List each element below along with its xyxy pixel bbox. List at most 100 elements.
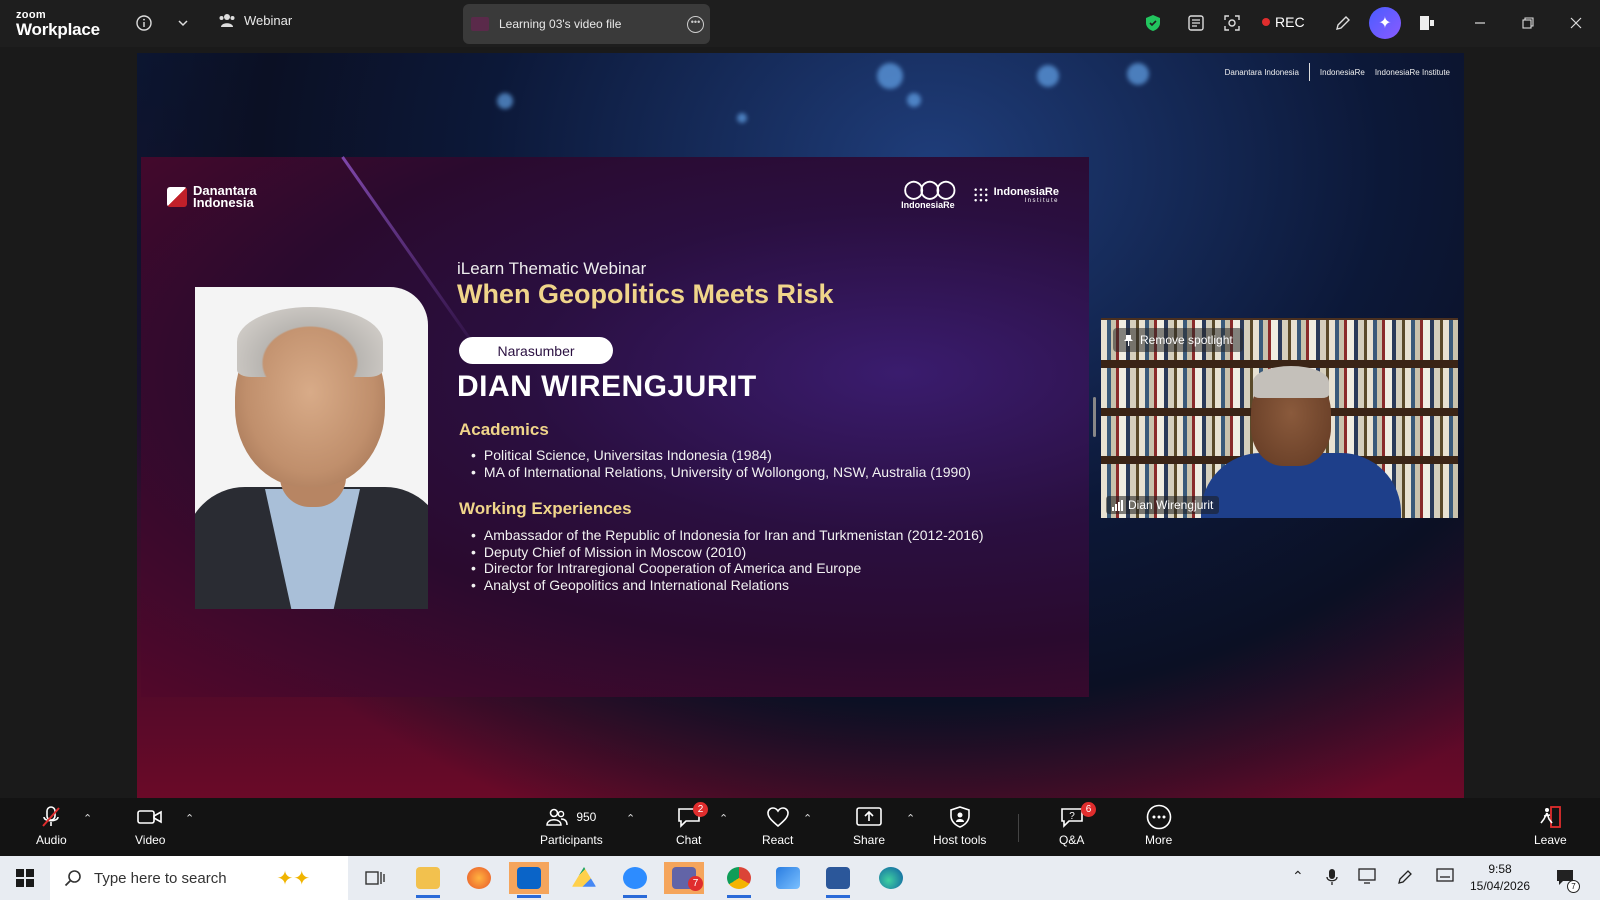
- focus-icon[interactable]: [1221, 12, 1243, 34]
- react-button[interactable]: React: [762, 804, 793, 847]
- title-bar: zoom Workplace Webinar Learning 03's vid…: [0, 0, 1600, 47]
- participants-button[interactable]: 950 Participants: [540, 804, 603, 847]
- search-icon: [64, 870, 81, 887]
- outlook-icon[interactable]: [509, 862, 549, 898]
- more-options-icon[interactable]: •••: [687, 16, 704, 33]
- app-brand-large: Workplace: [16, 20, 100, 39]
- svg-text:?: ?: [1069, 811, 1075, 822]
- bokeh-light: [1127, 63, 1149, 85]
- taskbar-search-box[interactable]: Type here to search ✦✦: [50, 856, 348, 900]
- indonesiare-institute-logo: IndonesiaRe Institute: [972, 185, 1059, 204]
- participant-hair: [1253, 366, 1329, 398]
- indonesiare-logo: ◯◯◯ IndonesiaRe: [901, 179, 956, 210]
- toolbar-divider: [1018, 814, 1019, 842]
- rings-icon: ◯◯◯: [903, 179, 956, 199]
- close-icon[interactable]: [1565, 12, 1587, 34]
- teams-badge: 7: [688, 876, 703, 891]
- pen-icon[interactable]: [1396, 868, 1414, 889]
- audio-button[interactable]: Audio: [36, 804, 67, 847]
- list-item: Ambassador of the Republic of Indonesia …: [471, 527, 984, 544]
- windows-start-icon[interactable]: [16, 869, 34, 887]
- restore-icon[interactable]: [1517, 12, 1539, 34]
- top-logo-indonesiare-institute: IndonesiaRe Institute: [1374, 67, 1450, 77]
- more-button[interactable]: More: [1145, 804, 1172, 847]
- share-caret-icon[interactable]: ⌃: [906, 812, 915, 825]
- ai-companion-button[interactable]: ✦: [1369, 7, 1401, 39]
- chevron-down-icon[interactable]: [172, 12, 194, 34]
- webinar-icon: [219, 14, 235, 27]
- share-screen-icon: [856, 807, 882, 826]
- slide-title: When Geopolitics Meets Risk: [457, 279, 834, 309]
- word-icon[interactable]: [818, 862, 858, 898]
- video-label: Video: [135, 833, 166, 847]
- split-view-handle[interactable]: [1093, 397, 1096, 437]
- file-explorer-icon[interactable]: [408, 862, 448, 898]
- meeting-info-icon[interactable]: [133, 12, 155, 34]
- task-view-icon[interactable]: [355, 862, 395, 894]
- display-icon[interactable]: [1358, 868, 1376, 887]
- chat-caret-icon[interactable]: ⌃: [719, 812, 728, 825]
- leave-button[interactable]: Leave: [1534, 804, 1567, 847]
- signal-strength-icon: [1112, 499, 1123, 511]
- pin-icon: [1124, 334, 1133, 346]
- participant-name: Dian Wirengjurit: [1128, 498, 1214, 512]
- bokeh-light: [877, 63, 903, 89]
- more-icon: [1146, 804, 1171, 830]
- shield-icon[interactable]: [1142, 12, 1164, 34]
- bokeh-light: [497, 93, 513, 109]
- firefox-icon[interactable]: [459, 862, 499, 894]
- logo-divider: [1308, 63, 1310, 81]
- participants-label: Participants: [540, 833, 603, 847]
- leave-label: Leave: [1534, 833, 1567, 847]
- system-clock[interactable]: 9:58 15/04/2026: [1470, 861, 1530, 895]
- recording-indicator[interactable]: REC: [1262, 14, 1305, 30]
- video-options-caret-icon[interactable]: ⌃: [185, 812, 194, 825]
- show-hidden-icons-chevron-icon[interactable]: ⌃: [1292, 868, 1304, 885]
- react-caret-icon[interactable]: ⌃: [803, 812, 812, 825]
- dot-grid-icon: [972, 186, 989, 203]
- speaker-photo: [195, 287, 428, 609]
- sparkle-icon: ✦: [1378, 15, 1392, 32]
- photos-icon[interactable]: [768, 862, 808, 894]
- danantara-mark-icon: [167, 187, 187, 207]
- meeting-toolbar: Audio ⌃ Video ⌃ 950 Participants ⌃ Chat …: [0, 798, 1600, 856]
- academics-list: Political Science, Universitas Indonesia…: [471, 447, 971, 480]
- edge-icon[interactable]: [871, 862, 911, 894]
- audio-options-caret-icon[interactable]: ⌃: [83, 812, 92, 825]
- host-tools-label: Host tools: [933, 833, 987, 847]
- microphone-icon[interactable]: [1326, 868, 1338, 889]
- minimize-icon[interactable]: [1469, 12, 1491, 34]
- slide-kicker: iLearn Thematic Webinar: [457, 259, 647, 278]
- indonesiare-institute-text: IndonesiaRe: [993, 185, 1059, 198]
- presentation-slide: Danantara Indonesia ◯◯◯ IndonesiaRe Indo…: [141, 156, 1089, 697]
- teams-icon[interactable]: 7: [664, 862, 704, 894]
- video-button[interactable]: Video: [135, 804, 165, 847]
- search-placeholder: Type here to search: [94, 869, 227, 887]
- participants-caret-icon[interactable]: ⌃: [626, 812, 635, 825]
- danantara-logo: Danantara Indonesia: [167, 183, 265, 210]
- host-tools-button[interactable]: Host tools: [933, 804, 986, 847]
- chrome-icon[interactable]: [719, 862, 759, 898]
- touch-keyboard-icon[interactable]: [1436, 868, 1454, 885]
- list-item: Director for Intraregional Cooperation o…: [471, 560, 984, 577]
- share-button[interactable]: Share: [853, 804, 885, 847]
- top-logo-danantara: Danantara Indonesia: [1224, 67, 1299, 77]
- danantara-logo-text: Danantara Indonesia: [193, 183, 257, 210]
- top-logos: Danantara Indonesia IndonesiaRe Indonesi…: [1225, 63, 1450, 81]
- share-tab[interactable]: Learning 03's video file •••: [463, 4, 710, 44]
- participant-name-tag: Dian Wirengjurit: [1106, 496, 1220, 514]
- view-panel-icon[interactable]: [1416, 12, 1438, 34]
- remove-spotlight-button[interactable]: Remove spotlight: [1113, 328, 1243, 352]
- windows-taskbar: Type here to search ✦✦ 7 ⌃ 9:58 15/04/20…: [0, 856, 1600, 900]
- institute-subtext: Institute: [1024, 197, 1059, 204]
- work-list: Ambassador of the Republic of Indonesia …: [471, 527, 984, 593]
- video-file-icon: [471, 17, 489, 31]
- zoom-app-icon[interactable]: [615, 862, 655, 898]
- google-drive-icon[interactable]: [564, 862, 604, 894]
- photo-hair: [237, 307, 383, 377]
- qa-unread-badge: 6: [1081, 802, 1096, 817]
- search-highlight-sparkle-icon: ✦✦: [276, 867, 311, 890]
- annotate-pen-icon[interactable]: [1332, 12, 1354, 34]
- spotlight-video[interactable]: Remove spotlight Dian Wirengjurit: [1101, 318, 1458, 518]
- notes-icon[interactable]: [1185, 12, 1207, 34]
